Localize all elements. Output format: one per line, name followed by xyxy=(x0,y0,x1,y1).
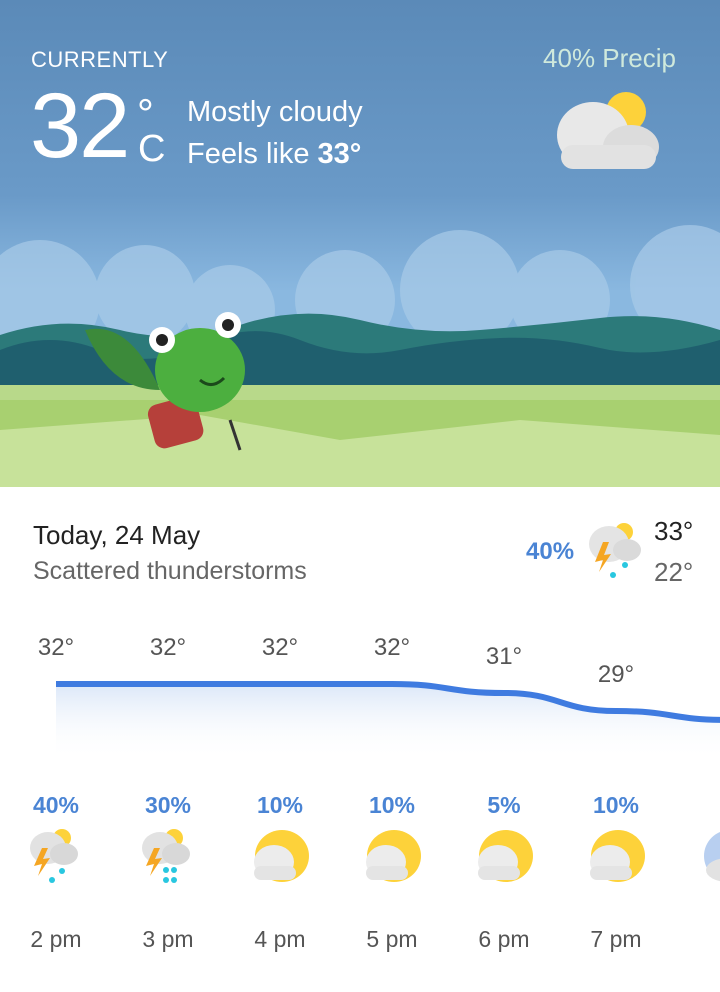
today-date: Today, 24 May xyxy=(33,520,201,550)
mostly-sunny-icon xyxy=(366,830,421,882)
feels-like-value: 33° xyxy=(317,138,362,170)
hourly-temp: 29° xyxy=(597,661,635,688)
mostly-sunny-icon xyxy=(254,830,309,882)
weather-hero-illustration: CURRENTLY 32 ° C Mostly cloudy Feels lik… xyxy=(0,0,720,487)
hourly-forecast[interactable]: 32° 40% 2 pm 32° 30% 3 pm 32° 10% 4 pm 32° … xyxy=(0,620,720,960)
current-temperature: 32 xyxy=(30,75,130,177)
feels-like: Feels like 33° xyxy=(187,138,361,171)
today-summary: Scattered thunderstorms xyxy=(33,557,307,585)
thunderstorm-icon xyxy=(30,829,78,883)
mostly-sunny-icon xyxy=(590,830,645,882)
hourly-temp: 32° xyxy=(149,634,187,661)
hourly-time: 2 pm xyxy=(30,926,82,952)
night-cloudy-icon xyxy=(704,832,720,882)
hourly-precip: 10% xyxy=(256,792,304,818)
hourly-time: 6 pm xyxy=(478,926,530,952)
mostly-sunny-icon xyxy=(478,830,533,882)
hourly-time: 7 pm xyxy=(590,926,642,952)
hourly-time: 5 pm xyxy=(366,926,418,952)
hourly-precip: 1 xyxy=(672,792,720,819)
today-high: 33° xyxy=(654,516,694,546)
hourly-precip: 30% xyxy=(144,792,192,818)
hourly-precip: 10% xyxy=(592,792,640,818)
hourly-time: 3 pm xyxy=(142,926,194,952)
current-precip: 40% Precip xyxy=(543,43,676,73)
feels-like-label: Feels like xyxy=(187,138,318,170)
thunderstorm-rain-icon xyxy=(142,829,190,883)
hourly-temp: 2 xyxy=(672,670,720,698)
hourly-temp: 31° xyxy=(485,643,523,670)
hourly-precip: 5% xyxy=(487,792,521,818)
hourly-precip: 40% xyxy=(32,792,80,818)
hourly-time: 8 xyxy=(672,926,720,953)
temperature-unit: C xyxy=(138,128,166,170)
today-precip: 40% xyxy=(526,538,575,565)
thunderstorm-icon xyxy=(589,523,641,578)
partly-cloudy-icon xyxy=(557,92,659,169)
hourly-time: 4 pm xyxy=(254,926,306,952)
hourly-temp: 32° xyxy=(373,634,411,661)
current-condition: Mostly cloudy xyxy=(187,96,363,128)
currently-label: CURRENTLY xyxy=(31,47,169,72)
hourly-precip: 10% xyxy=(368,792,416,818)
today-low: 22° xyxy=(654,557,694,587)
temperature-area xyxy=(56,684,720,760)
hourly-temp: 32° xyxy=(261,634,299,661)
hourly-temp: 32° xyxy=(37,634,75,661)
